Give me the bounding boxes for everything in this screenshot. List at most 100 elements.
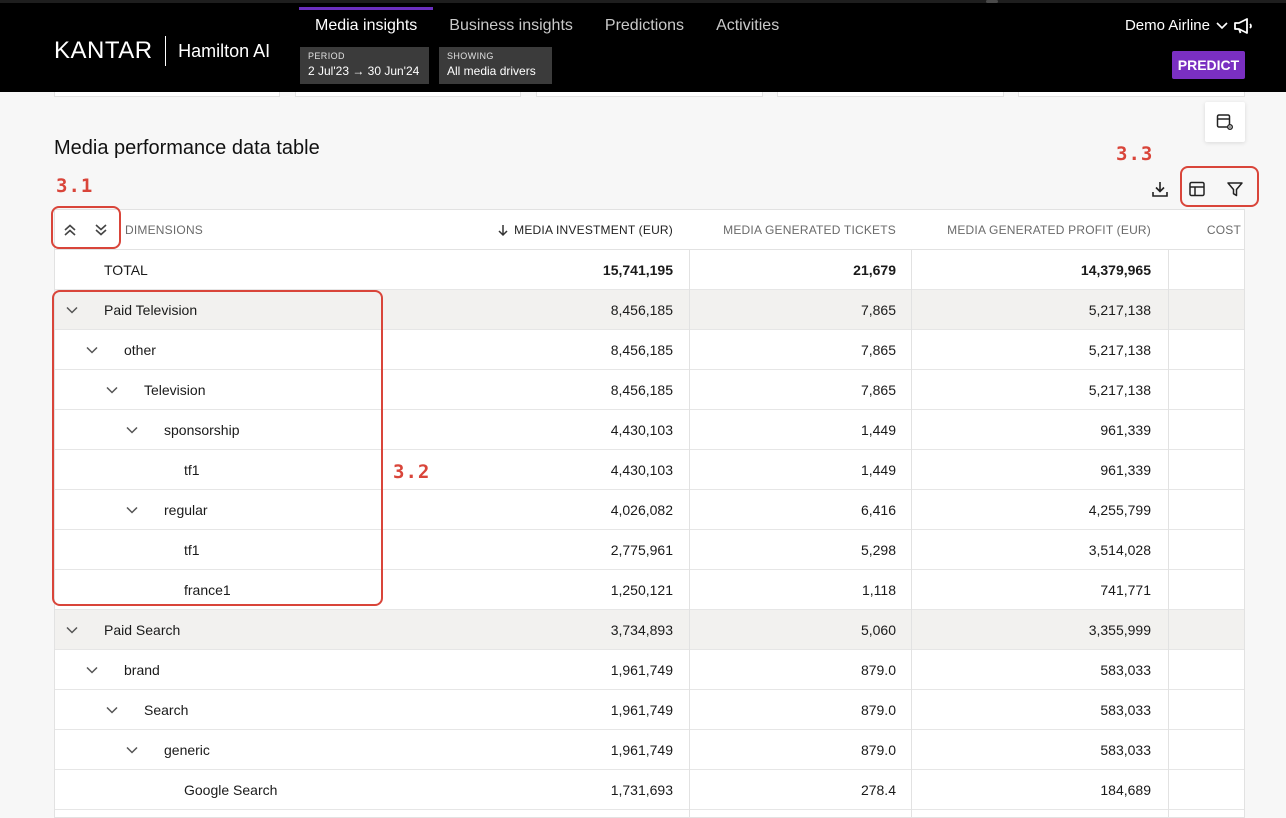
tab-predictions[interactable]: Predictions [589, 7, 700, 47]
dimension-label: other [124, 342, 156, 358]
media-generated-profit-cell: 5,217,138 [1088, 382, 1151, 398]
tab-business-insights[interactable]: Business insights [433, 7, 589, 47]
media-performance-table: DIMENSIONS MEDIA INVESTMENT (EUR) MEDIA … [54, 209, 1245, 818]
top-navigation-bar: KANTAR Hamilton AI Media insights Busine… [0, 0, 1286, 92]
summary-card [54, 92, 280, 97]
media-investment-cell: 1,731,693 [610, 782, 673, 798]
media-generated-tickets-cell: 879.0 [860, 742, 896, 758]
collapse-all-button[interactable] [59, 220, 81, 240]
expand-all-button[interactable] [90, 220, 112, 240]
media-investment-cell: 8,456,185 [610, 342, 673, 358]
media-generated-profit-cell: 583,033 [1100, 742, 1151, 758]
column-header-media-generated-profit[interactable]: MEDIA GENERATED PROFIT (EUR) [915, 210, 1151, 250]
chevron-down-icon[interactable] [104, 382, 120, 398]
window-edge-cap [986, 0, 998, 3]
table-settings-button[interactable] [1205, 102, 1245, 142]
media-generated-tickets-cell: 7,865 [860, 382, 896, 398]
table-layout-button[interactable] [1185, 177, 1209, 201]
sort-arrow-down-icon[interactable] [497, 224, 509, 237]
dimension-label: france1 [184, 582, 231, 598]
table-header: DIMENSIONS MEDIA INVESTMENT (EUR) MEDIA … [55, 210, 1244, 250]
column-divider [1168, 250, 1169, 817]
media-generated-profit-cell: 961,339 [1100, 462, 1151, 478]
download-button[interactable] [1148, 177, 1172, 201]
media-generated-tickets-cell: 5,298 [860, 542, 896, 558]
dimension-label: Search [144, 702, 189, 718]
media-investment-cell: 1,961,749 [610, 702, 673, 718]
download-icon [1152, 182, 1168, 197]
media-investment-cell: 4,026,082 [610, 502, 673, 518]
table-row [55, 810, 1244, 817]
dimension-label: Google Search [184, 782, 278, 798]
chevron-down-icon[interactable] [84, 342, 100, 358]
dimension-label: TOTAL [104, 262, 148, 278]
summary-card [777, 92, 1004, 97]
column-header-dimensions: DIMENSIONS [125, 223, 204, 237]
product-name: Hamilton AI [178, 40, 271, 61]
media-investment-cell: 1,250,121 [610, 582, 673, 598]
logo-divider [164, 36, 167, 66]
dimension-label: tf1 [184, 462, 200, 478]
media-generated-tickets-cell: 21,679 [853, 262, 896, 278]
dimension-label: brand [124, 662, 160, 678]
predict-button[interactable]: PREDICT [1172, 51, 1245, 79]
media-investment-cell: 2,775,961 [610, 542, 673, 558]
column-divider [911, 250, 912, 817]
table-row: other 8,456,185 7,865 5,217,138 [55, 330, 1244, 370]
account-switcher[interactable]: Demo Airline [1125, 17, 1228, 34]
showing-selector[interactable]: SHOWING All media drivers [439, 47, 552, 84]
dimension-label: sponsorship [164, 422, 240, 438]
media-generated-tickets-cell [695, 810, 896, 817]
summary-card [1018, 92, 1245, 97]
tab-activities[interactable]: Activities [700, 7, 795, 47]
media-generated-tickets-cell: 879.0 [860, 702, 896, 718]
app-logo[interactable]: KANTAR Hamilton AI [54, 36, 270, 66]
filter-button[interactable] [1223, 177, 1247, 201]
table-row: france1 1,250,121 1,118 741,771 [55, 570, 1244, 610]
main-tabs: Media insights Business insights Predict… [299, 7, 795, 47]
media-investment-cell: 4,430,103 [610, 462, 673, 478]
media-generated-profit-cell [915, 810, 1151, 817]
media-generated-profit-cell: 3,514,028 [1088, 542, 1151, 558]
media-generated-tickets-cell: 1,449 [860, 422, 896, 438]
chevron-down-icon[interactable] [64, 622, 80, 638]
double-chevron-up-icon [64, 224, 76, 236]
column-header-cost[interactable]: COST [1175, 210, 1241, 250]
period-selector[interactable]: PERIOD 2 Jul'23 → 30 Jun'24 [300, 47, 429, 84]
media-investment-cell: 15,741,195 [602, 262, 673, 278]
table-row: Paid Search 3,734,893 5,060 3,355,999 [55, 610, 1244, 650]
table-row: Google Search 1,731,693 278.4 184,689 [55, 770, 1244, 810]
chevron-down-icon[interactable] [84, 662, 100, 678]
chevron-down-icon[interactable] [124, 742, 140, 758]
brand-name: KANTAR [54, 37, 153, 64]
media-generated-profit-cell: 184,689 [1100, 782, 1151, 798]
media-generated-tickets-cell: 879.0 [860, 662, 896, 678]
filter-icon [1227, 182, 1243, 197]
window-edge [0, 0, 1286, 3]
dimension-label: Television [144, 382, 206, 398]
column-header-media-generated-tickets[interactable]: MEDIA GENERATED TICKETS [695, 210, 896, 250]
chevron-down-icon[interactable] [124, 502, 140, 518]
column-header-media-investment[interactable]: MEDIA INVESTMENT (EUR) [514, 210, 673, 250]
annotation-label: 3.2 [393, 461, 431, 483]
media-generated-tickets-cell: 7,865 [860, 342, 896, 358]
media-investment-cell: 8,456,185 [610, 382, 673, 398]
media-generated-tickets-cell: 6,416 [860, 502, 896, 518]
table-row: Search 1,961,749 879.0 583,033 [55, 690, 1244, 730]
media-investment-cell [514, 810, 673, 817]
media-investment-cell: 8,456,185 [610, 302, 673, 318]
summary-card [295, 92, 521, 97]
double-chevron-down-icon [95, 224, 107, 236]
media-investment-cell: 3,734,893 [610, 622, 673, 638]
chevron-down-icon[interactable] [104, 702, 120, 718]
media-generated-tickets-cell: 1,449 [860, 462, 896, 478]
dimension-label: Paid Television [104, 302, 198, 318]
period-key: PERIOD [308, 51, 345, 61]
media-generated-profit-cell: 3,355,999 [1088, 622, 1151, 638]
chevron-down-icon[interactable] [64, 302, 80, 318]
megaphone-icon[interactable] [1232, 17, 1256, 35]
media-investment-cell: 4,430,103 [610, 422, 673, 438]
tab-media-insights[interactable]: Media insights [299, 7, 434, 47]
chevron-down-icon[interactable] [124, 422, 140, 438]
section-title: Media performance data table [54, 137, 320, 159]
